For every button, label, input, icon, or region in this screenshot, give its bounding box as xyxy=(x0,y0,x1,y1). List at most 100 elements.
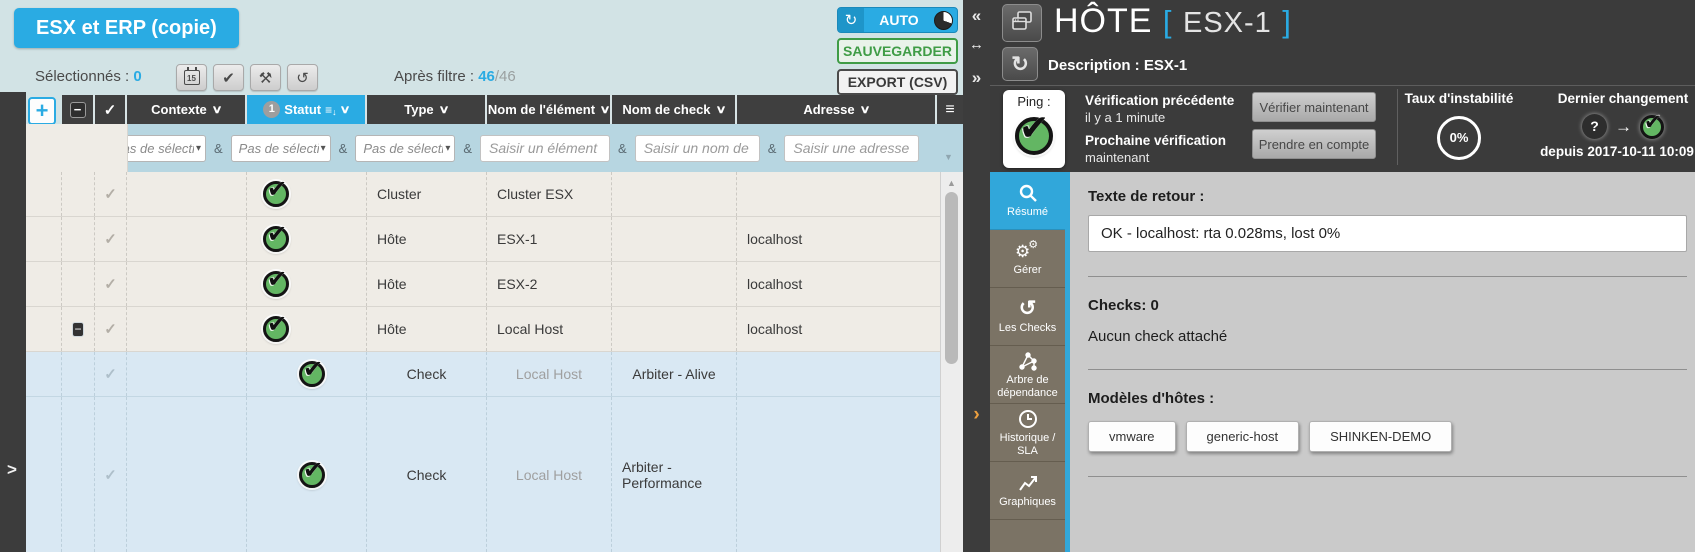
row-selected-check-icon[interactable]: ✓ xyxy=(104,185,117,203)
acknowledge-button[interactable]: ✔ xyxy=(213,64,244,91)
table-row-esx-2[interactable]: ✓ Hôte ESX-2 localhost xyxy=(26,262,940,307)
status-ok-icon xyxy=(263,271,289,297)
last-change-since: depuis 2017-10-11 10:09:4 xyxy=(1538,144,1695,159)
status-ok-icon xyxy=(263,226,289,252)
table-row-arbiter-performance[interactable]: ✓ Check Local Host Arbiter - Performance xyxy=(26,397,940,552)
cell-element: ESX-2 xyxy=(487,262,612,306)
collapse-row-button[interactable]: − xyxy=(72,322,84,337)
add-row-button[interactable]: + xyxy=(28,97,56,125)
auto-timer-pie-icon xyxy=(934,11,953,30)
header-collapse-all[interactable]: − xyxy=(62,95,95,124)
table-scrollbar[interactable]: ▲ xyxy=(940,172,963,552)
expand-panel-icon[interactable]: » xyxy=(963,68,990,88)
header-nom-element[interactable]: Nom de l'élément ∨ xyxy=(487,95,612,124)
element-filter-input[interactable] xyxy=(480,135,610,162)
collapse-all-icon: − xyxy=(70,102,86,118)
arrow-right-icon: → xyxy=(1615,117,1632,137)
scrollbar-thumb[interactable] xyxy=(945,192,958,364)
window-stack-icon xyxy=(1010,10,1034,37)
status-ok-icon xyxy=(1015,117,1053,155)
verification-times: Vérification précédente il y a 1 minute … xyxy=(1085,92,1250,173)
header-type[interactable]: Type ∨ xyxy=(367,95,487,124)
contexte-filter-select[interactable]: Pas de sélection ▾ xyxy=(106,135,206,162)
check-filter-input[interactable] xyxy=(635,135,760,162)
divider-line xyxy=(1088,476,1687,477)
tab-gerer[interactable]: ⚙⚙ Gérer xyxy=(990,230,1065,288)
header-contexte[interactable]: Contexte ∨ xyxy=(127,95,247,124)
caret-down-icon: ▾ xyxy=(196,143,201,154)
scroll-up-icon[interactable]: ▲ xyxy=(947,178,956,188)
undo-button[interactable]: ↺ xyxy=(287,64,318,91)
type-filter-select[interactable]: Pas de sélection ▾ xyxy=(355,135,455,162)
row-selected-check-icon[interactable]: ✓ xyxy=(104,230,117,248)
view-title-button[interactable]: ESX et ERP (copie) xyxy=(14,8,239,48)
cell-element: Local Host xyxy=(487,352,612,396)
filter-and-separator: & xyxy=(206,141,231,156)
flapping-rate: Taux d'instabilité 0% xyxy=(1404,90,1514,160)
export-csv-button[interactable]: EXPORT (CSV) xyxy=(837,69,958,95)
cell-element: Local Host xyxy=(487,397,612,552)
plugin-output-box[interactable]: OK - localhost: rta 0.028ms, lost 0% xyxy=(1088,215,1687,252)
tools-button[interactable]: ⚒ xyxy=(250,64,281,91)
table-row-cluster-esx[interactable]: ✓ Cluster Cluster ESX xyxy=(26,172,940,217)
header-select-all[interactable]: ✓ xyxy=(95,95,127,124)
cell-check xyxy=(612,262,737,306)
tab-resume[interactable]: Résumé xyxy=(990,172,1065,230)
auto-refresh-button[interactable]: ↻ AUTO xyxy=(837,7,958,33)
cell-element: Cluster ESX xyxy=(487,172,612,216)
columns-menu-button[interactable]: ≡ xyxy=(937,95,963,124)
scroll-down-icon[interactable]: ▼ xyxy=(944,152,953,162)
reload-object-button[interactable]: ↻ xyxy=(1002,47,1038,81)
table-row-local-host[interactable]: − ✓ Hôte Local Host localhost xyxy=(26,307,940,352)
object-description: Description : ESX-1 xyxy=(1048,57,1187,74)
header-label: Statut xyxy=(284,102,321,117)
tab-arbre-dependance[interactable]: Arbre de dépendance xyxy=(990,346,1065,404)
open-window-button[interactable] xyxy=(1002,4,1042,42)
adresse-filter-input[interactable] xyxy=(784,135,919,162)
cell-check xyxy=(612,172,737,216)
header-nom-check[interactable]: Nom de check ∨ xyxy=(612,95,737,124)
caret-down-icon: ▾ xyxy=(445,143,450,154)
chevron-down-icon: ∨ xyxy=(599,103,610,116)
template-button-shinken-demo[interactable]: SHINKEN-DEMO xyxy=(1309,421,1452,452)
object-name: ESX-1 xyxy=(1183,7,1272,39)
tab-historique-sla[interactable]: Historique / SLA xyxy=(990,404,1065,462)
header-label: Adresse xyxy=(803,102,854,117)
resize-handle-icon[interactable]: ↔ xyxy=(963,36,990,53)
row-selected-check-icon[interactable]: ✓ xyxy=(104,320,117,338)
statut-filter-select[interactable]: Pas de sélection ▾ xyxy=(231,135,331,162)
left-collapse-strip[interactable]: > xyxy=(0,92,26,552)
cell-element: Local Host xyxy=(487,307,612,351)
template-button-vmware[interactable]: vmware xyxy=(1088,421,1176,452)
cell-type: Hôte xyxy=(367,307,487,351)
row-selected-check-icon[interactable]: ✓ xyxy=(104,365,117,383)
divider-chevron-icon[interactable]: › xyxy=(963,404,990,426)
hamburger-icon: ≡ xyxy=(945,101,954,119)
chevron-down-icon: ∨ xyxy=(859,103,870,116)
row-selected-check-icon[interactable]: ✓ xyxy=(104,275,117,293)
page-title: HÔTE [ ESX-1 ] xyxy=(1054,2,1292,41)
tab-graphiques[interactable]: Graphiques xyxy=(990,462,1065,520)
table-row-esx-1[interactable]: ✓ Hôte ESX-1 localhost xyxy=(26,217,940,262)
cell-adresse xyxy=(737,352,940,396)
tab-les-checks[interactable]: ↺ Les Checks xyxy=(990,288,1065,346)
unknown-state-icon: ? xyxy=(1582,114,1607,139)
row-selected-check-icon[interactable]: ✓ xyxy=(104,466,117,484)
table-row-arbiter-alive[interactable]: ✓ Check Local Host Arbiter - Alive xyxy=(26,352,940,397)
calendar-icon: 15 xyxy=(184,70,200,85)
template-button-generic-host[interactable]: generic-host xyxy=(1186,421,1300,452)
after-filter-counter: Après filtre : 46/46 xyxy=(394,68,516,85)
chevron-down-icon: ∨ xyxy=(211,103,222,116)
check-now-button[interactable]: Vérifier maintenant xyxy=(1252,92,1376,122)
acknowledge-button[interactable]: Prendre en compte xyxy=(1252,129,1376,159)
save-button[interactable]: SAUVEGARDER xyxy=(837,38,958,64)
cell-check: Arbiter - Performance xyxy=(612,397,737,552)
header-statut[interactable]: 1 Statut ≡↓ ∨ xyxy=(247,95,367,124)
schedule-button[interactable]: 15 xyxy=(176,64,207,91)
undo-icon: ↺ xyxy=(1019,298,1037,320)
expand-left-panel-icon[interactable]: > xyxy=(7,460,17,480)
collapse-panel-icon[interactable]: « xyxy=(963,6,990,26)
divider-line xyxy=(1088,276,1687,277)
cell-element: ESX-1 xyxy=(487,217,612,261)
header-adresse[interactable]: Adresse ∨ xyxy=(737,95,937,124)
